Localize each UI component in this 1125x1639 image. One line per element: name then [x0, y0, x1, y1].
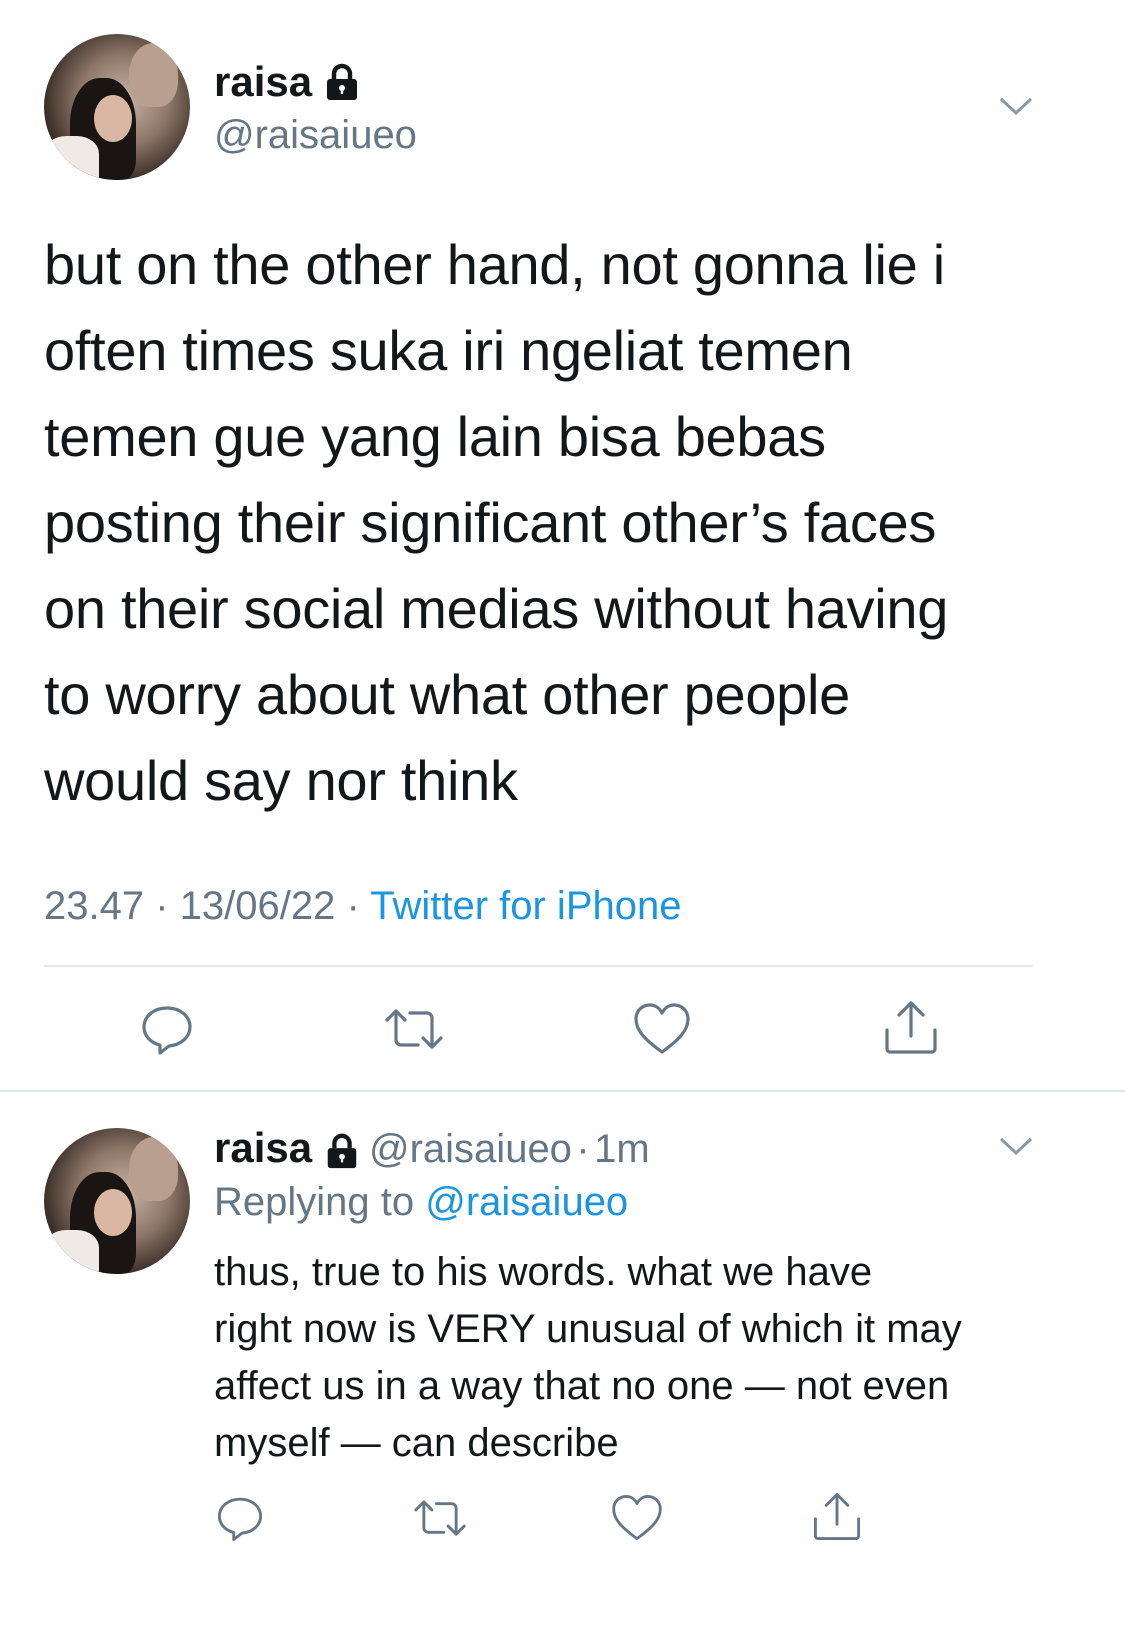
- avatar[interactable]: [44, 1128, 190, 1274]
- tweet-text-line: on their social medias without having: [44, 577, 949, 640]
- reply-text-line: myself — can describe: [214, 1421, 619, 1465]
- author-handle[interactable]: @raisaiueo: [369, 1127, 572, 1171]
- author-name[interactable]: raisa: [214, 58, 312, 106]
- author-handle[interactable]: @raisaiueo: [214, 113, 417, 158]
- reply-text-line: thus, true to his words. what we have: [214, 1250, 873, 1294]
- reply-text: thus, true to his words. what we have ri…: [214, 1244, 1094, 1472]
- heart-icon[interactable]: [632, 1000, 692, 1063]
- tweet-date: 13/06/22: [179, 884, 336, 928]
- tweet-text-line: posting their significant other’s faces: [44, 491, 937, 554]
- tweet-text-line: but on the other hand, not gonna lie i: [44, 233, 945, 296]
- retweet-icon[interactable]: [410, 1492, 470, 1549]
- tweet-text-line: would say nor think: [44, 749, 518, 812]
- tweet-meta: 23.47 · 13/06/22 · Twitter for iPhone: [44, 884, 681, 929]
- tweet-age: 1m: [594, 1127, 650, 1171]
- share-icon[interactable]: [810, 1490, 864, 1549]
- tweet-text-line: to worry about what other people: [44, 663, 851, 726]
- replying-to-link[interactable]: @raisaiueo: [425, 1180, 628, 1224]
- meta-separator: ·: [155, 884, 169, 928]
- divider: [44, 965, 1033, 967]
- chevron-down-icon[interactable]: [998, 94, 1034, 118]
- reply-header: raisa @raisaiueo · 1m: [214, 1124, 650, 1179]
- tweet-text-line: temen gue yang lain bisa bebas: [44, 405, 826, 468]
- tweet-source-link[interactable]: Twitter for iPhone: [370, 884, 681, 928]
- reply-text-line: affect us in a way that no one — not eve…: [214, 1364, 950, 1408]
- reply-icon[interactable]: [138, 1000, 196, 1063]
- replying-to-label: Replying to: [214, 1180, 415, 1224]
- author-name[interactable]: raisa: [214, 1124, 312, 1171]
- tweet-text-line: often times suka iri ngeliat temen: [44, 319, 853, 382]
- lock-icon: [322, 62, 362, 107]
- meta-separator: ·: [576, 1127, 590, 1171]
- chevron-down-icon[interactable]: [998, 1134, 1034, 1158]
- retweet-icon[interactable]: [381, 1000, 447, 1063]
- meta-separator: ·: [346, 884, 360, 928]
- share-icon[interactable]: [881, 998, 941, 1063]
- reply-text-line: right now is VERY unusual of which it ma…: [214, 1307, 962, 1351]
- tweet-time: 23.47: [44, 884, 145, 928]
- lock-icon: [323, 1132, 361, 1175]
- replying-to: Replying to @raisaiueo: [214, 1180, 628, 1225]
- reply-icon[interactable]: [214, 1492, 266, 1549]
- divider: [0, 1090, 1125, 1092]
- tweet-text: but on the other hand, not gonna lie i o…: [44, 222, 1094, 824]
- avatar[interactable]: [44, 34, 190, 180]
- heart-icon[interactable]: [610, 1492, 664, 1549]
